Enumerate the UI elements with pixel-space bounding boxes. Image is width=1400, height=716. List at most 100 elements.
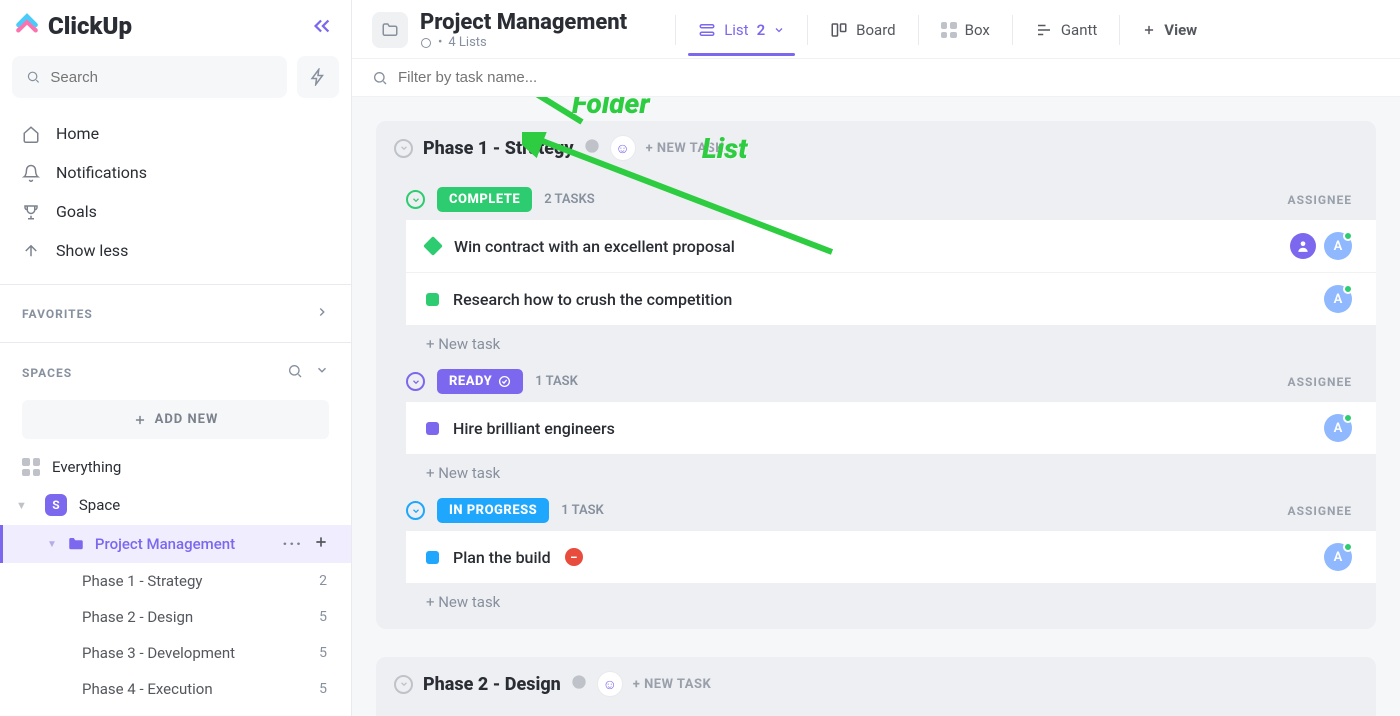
board-icon [830, 21, 848, 39]
task-group: Phase 2 - Design ☺ + NEW TASK [376, 657, 1376, 716]
bell-icon [22, 164, 42, 182]
task-row[interactable]: Win contract with an excellent proposal A [406, 220, 1376, 272]
add-view-button[interactable]: View [1132, 13, 1207, 47]
view-tab-gantt-label: Gantt [1061, 21, 1097, 39]
lightning-icon [309, 68, 327, 86]
folder-icon [67, 535, 85, 553]
collapse-status-icon[interactable] [406, 190, 425, 209]
task-title: Hire brilliant engineers [453, 419, 615, 438]
tree-list-item[interactable]: Phase 1 - Strategy2 [0, 563, 351, 599]
add-new-label: ADD NEW [155, 412, 219, 427]
plus-icon [133, 413, 147, 427]
collapse-sidebar-icon[interactable] [311, 15, 333, 37]
task-group-title: Phase 2 - Design [423, 674, 561, 695]
assignee-avatar[interactable]: A [1324, 414, 1352, 442]
sidebar: ClickUp Home Notifications Goals Show le… [0, 0, 352, 716]
status-diamond-icon [423, 236, 443, 256]
collapse-status-icon[interactable] [406, 372, 425, 391]
search-spaces-icon[interactable] [287, 363, 303, 382]
search-input[interactable] [50, 69, 273, 86]
info-icon[interactable] [584, 138, 600, 159]
spaces-label: SPACES [22, 366, 72, 380]
tree-everything-label: Everything [52, 458, 121, 476]
nav-show-less[interactable]: Show less [0, 231, 351, 270]
tree-list-label: Phase 2 - Design [82, 608, 193, 626]
brand-text: ClickUp [48, 12, 132, 40]
tree-folder-project-management[interactable]: ▼ Project Management ··· [0, 525, 351, 563]
nav-home-label: Home [56, 124, 99, 143]
view-tab-box[interactable]: Box [931, 13, 1000, 47]
assignee-avatar[interactable]: A [1324, 285, 1352, 313]
blocked-icon: – [565, 548, 583, 566]
brand-logo[interactable]: ClickUp [14, 12, 132, 40]
chevron-down-icon [773, 24, 785, 36]
tree-list-label: Phase 1 - Strategy [82, 572, 202, 590]
collapse-group-icon[interactable] [394, 139, 413, 158]
new-task-button[interactable]: + NEW TASK [633, 677, 711, 692]
status-task-count: 1 TASK [535, 374, 578, 389]
chevron-down-icon[interactable] [315, 363, 329, 382]
view-tab-list-label: List [724, 21, 748, 39]
task-title: Win contract with an excellent proposal [454, 237, 735, 256]
status-pill[interactable]: READY [437, 369, 523, 394]
assignee-column-label: ASSIGNEE [1288, 193, 1353, 207]
task-row[interactable]: Plan the build – A [406, 531, 1376, 583]
add-list-icon[interactable] [313, 534, 329, 554]
info-icon[interactable] [571, 674, 587, 695]
view-tab-gantt[interactable]: Gantt [1025, 13, 1107, 47]
filter-input[interactable] [398, 69, 698, 86]
add-task-button[interactable]: + New task [406, 325, 1376, 357]
tree-list-item[interactable]: Phase 3 - Development5 [0, 635, 351, 671]
assignee-column-label: ASSIGNEE [1288, 375, 1353, 389]
favorites-header[interactable]: FAVORITES [0, 291, 351, 336]
tree-space-label: Space [79, 496, 120, 514]
new-task-button[interactable]: + NEW TASK [646, 141, 724, 156]
task-title: Plan the build [453, 548, 551, 567]
status-task-count: 1 TASK [561, 503, 604, 518]
status-pill[interactable]: COMPLETE [437, 187, 532, 212]
tree-list-item[interactable]: Phase 2 - Design5 [0, 599, 351, 635]
page-title: Project Management [420, 10, 627, 35]
clickup-icon [14, 13, 40, 39]
quick-action-button[interactable] [297, 56, 339, 98]
add-task-button[interactable]: + New task [406, 583, 1376, 615]
more-options-icon[interactable]: ··· [283, 535, 303, 553]
assignee-avatar[interactable]: A [1324, 543, 1352, 571]
task-row[interactable]: Hire brilliant engineers A [406, 402, 1376, 454]
view-tab-board[interactable]: Board [820, 13, 905, 47]
folder-icon [372, 12, 408, 48]
search-box[interactable] [12, 56, 287, 98]
bot-icon[interactable]: ☺ [597, 671, 623, 697]
tree-everything[interactable]: Everything [0, 449, 351, 485]
task-row[interactable]: Research how to crush the competition A [406, 272, 1376, 325]
task-title: Research how to crush the competition [453, 290, 732, 309]
collapse-group-icon[interactable] [394, 675, 413, 694]
caret-down-icon: ▼ [10, 499, 33, 512]
chevron-right-icon [315, 305, 329, 322]
bot-icon[interactable]: ☺ [610, 135, 636, 161]
view-tab-board-label: Board [856, 21, 895, 39]
nav-home[interactable]: Home [0, 114, 351, 153]
task-group-title: Phase 1 - Strategy [423, 138, 574, 159]
add-task-button[interactable]: + New task [406, 454, 1376, 486]
nav-goals[interactable]: Goals [0, 192, 351, 231]
box-icon [941, 22, 957, 38]
add-new-space-button[interactable]: ADD NEW [22, 400, 329, 439]
status-block: COMPLETE2 TASKSASSIGNEEWin contract with… [406, 187, 1376, 357]
view-tab-list[interactable]: List 2 [688, 13, 795, 47]
assignee-avatar[interactable]: A [1324, 232, 1352, 260]
task-group: Phase 1 - Strategy ☺ + NEW TASK COMPLETE2… [376, 121, 1376, 629]
status-square-icon [426, 422, 439, 435]
plus-icon [1142, 23, 1156, 37]
tree-list-item[interactable]: Phase 4 - Execution5 [0, 671, 351, 707]
nav-notifications[interactable]: Notifications [0, 153, 351, 192]
nav-goals-label: Goals [56, 202, 97, 221]
assignee-column-label: ASSIGNEE [1288, 504, 1353, 518]
status-pill[interactable]: IN PROGRESS [437, 498, 549, 523]
annotation-folder-label: Folder [572, 97, 650, 120]
assignee-icon[interactable] [1290, 233, 1316, 259]
collapse-status-icon[interactable] [406, 501, 425, 520]
tree-space[interactable]: ▼ S Space [0, 485, 351, 525]
favorites-label: FAVORITES [22, 307, 93, 321]
nav-notifications-label: Notifications [56, 163, 147, 182]
